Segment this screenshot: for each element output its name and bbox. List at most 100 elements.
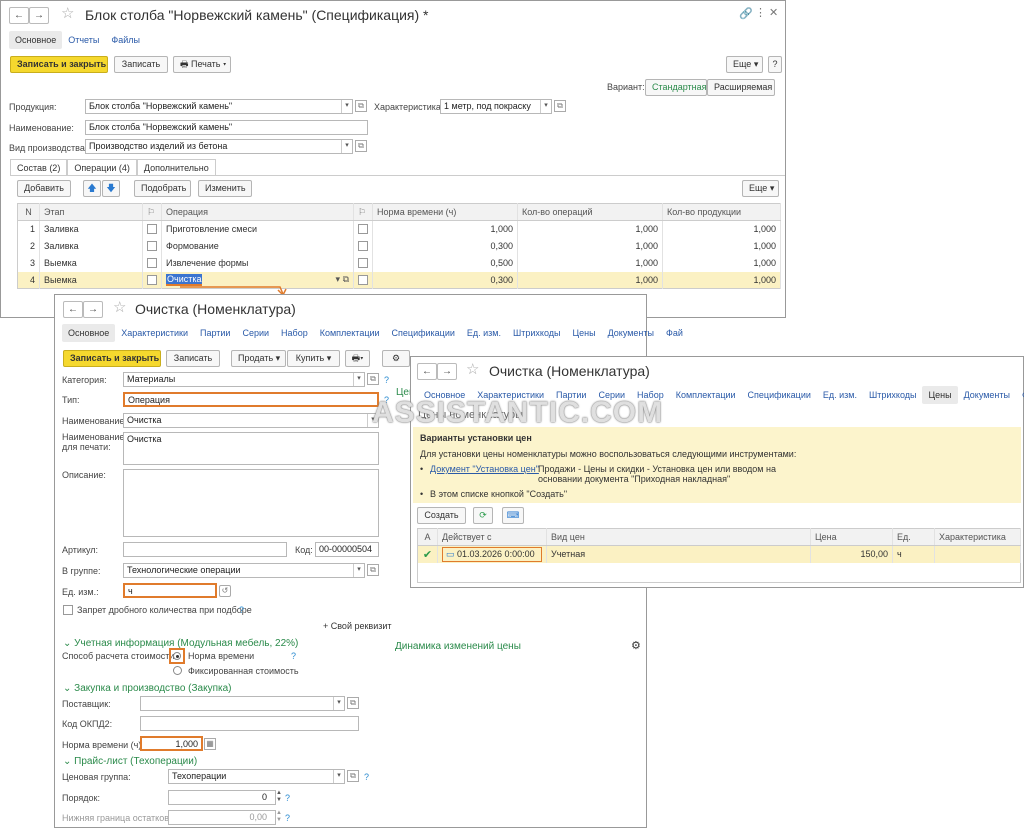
no-fraction-checkbox[interactable] <box>63 605 73 615</box>
help-icon[interactable]: ? <box>239 605 244 615</box>
print-name-label-2: для печати: <box>62 442 111 452</box>
article-field[interactable] <box>123 542 287 557</box>
tab-prices[interactable]: Цены <box>922 386 958 404</box>
accounting-group-title: Учетная информация (Модульная мебель, 22… <box>74 638 299 649</box>
open-icon[interactable]: ⧉ <box>347 770 359 782</box>
forward-button[interactable]: → <box>83 301 103 318</box>
open-icon[interactable]: ⧉ <box>347 697 359 709</box>
order-field[interactable]: 0 <box>168 790 276 805</box>
table-row[interactable]: ✔ ▭ 01.03.2026 0:00:00 Учетная 150,00 ч <box>417 545 1021 563</box>
tab-documents[interactable]: Документы <box>602 324 660 342</box>
unit-field[interactable]: ч <box>123 583 217 598</box>
form-tabs: Основное Характеристики Партии Серии Наб… <box>62 324 689 342</box>
price-dynamics-link[interactable]: Динамика изменений цены <box>395 641 521 652</box>
sell-label: Продать <box>238 353 274 363</box>
help-icon[interactable]: ? <box>384 375 389 385</box>
cost-fixed-label: Фиксированная стоимость <box>188 666 299 676</box>
purchase-group-header[interactable]: ⌄ Закупка и производство (Закупка) <box>63 683 232 694</box>
forward-button[interactable]: → <box>437 363 457 380</box>
cost-norm-radio[interactable] <box>169 648 185 664</box>
open-icon[interactable]: ⧉ <box>367 564 379 576</box>
window-title: Очистка (Номенклатура) <box>489 363 650 379</box>
tab-units[interactable]: Ед. изм. <box>817 386 863 404</box>
description-field[interactable] <box>123 469 379 537</box>
dropdown-icon[interactable]: ▾ <box>353 373 364 386</box>
document-icon: ▭ <box>446 548 458 559</box>
doc-desc-1: Продажи - Цены и скидки - Установка цен … <box>538 464 776 474</box>
tab-kits[interactable]: Комплектации <box>670 386 742 404</box>
favorite-star-icon[interactable]: ☆ <box>113 298 126 316</box>
settings-icon[interactable]: ⚙ <box>382 350 410 367</box>
save-close-button[interactable]: Записать и закрыть <box>63 350 161 367</box>
spinner-icon[interactable]: ▲ ▼ <box>276 790 282 804</box>
cell-characteristic <box>934 545 1021 563</box>
info-text: Для установки цены номенклатуры можно во… <box>420 449 797 459</box>
create-button[interactable]: Создать <box>417 507 466 524</box>
tab-series[interactable]: Серии <box>236 324 275 342</box>
tab-specifications[interactable]: Спецификации <box>742 386 817 404</box>
name-field[interactable]: Очистка ▾ <box>123 413 379 428</box>
tab-kits[interactable]: Комплектации <box>314 324 386 342</box>
favorite-star-icon[interactable]: ☆ <box>466 360 479 378</box>
group-field[interactable]: Технологические операции ▾ <box>123 563 365 578</box>
tab-files[interactable]: Фай <box>660 324 689 342</box>
print-icon[interactable]: 🖶▾ <box>345 350 370 367</box>
watermark: ASSISTANTIC.COM <box>372 396 664 429</box>
col-unit: Ед. <box>892 528 935 546</box>
cost-fixed-radio[interactable] <box>173 666 182 675</box>
tab-documents[interactable]: Документы <box>958 386 1016 404</box>
help-icon[interactable]: ? <box>285 813 290 823</box>
okpd-field[interactable] <box>140 716 359 731</box>
tab-set[interactable]: Набор <box>275 324 314 342</box>
doc-desc-2: основании документа "Приходная накладная… <box>538 474 731 484</box>
cost-method-label: Способ расчета стоимости: <box>62 651 177 661</box>
supplier-label: Поставщик: <box>62 699 111 709</box>
code-label: Код: <box>295 545 313 555</box>
dropdown-icon[interactable]: ▾ <box>353 564 364 577</box>
tab-files[interactable]: Файлы <box>1016 386 1024 404</box>
category-field[interactable]: Материалы ▾ <box>123 372 365 387</box>
tab-main[interactable]: Основное <box>62 324 116 342</box>
own-prop-link[interactable]: + Свой реквизит <box>323 621 392 631</box>
back-button[interactable]: ← <box>417 363 437 380</box>
price-group-field[interactable]: Техоперации ▾ <box>168 769 345 784</box>
tab-characteristics[interactable]: Характеристики <box>115 324 194 342</box>
group-label: В группе: <box>62 566 101 576</box>
buy-label: Купить <box>295 353 325 363</box>
min-stock-field[interactable]: 0,00 <box>168 810 276 825</box>
history-icon[interactable]: ↺ <box>219 585 231 597</box>
refresh-icon[interactable]: ⟳ <box>473 507 493 524</box>
calculator-icon[interactable]: ▦ <box>204 738 216 750</box>
type-field[interactable]: Операция <box>123 392 379 407</box>
tab-batches[interactable]: Партии <box>194 324 236 342</box>
open-icon[interactable]: ⧉ <box>367 373 379 385</box>
help-icon[interactable]: ? <box>291 651 296 661</box>
tab-units[interactable]: Ед. изм. <box>461 324 507 342</box>
dropdown-icon[interactable]: ▾ <box>333 770 344 783</box>
active-check-icon: ✔ <box>417 545 438 563</box>
nav-buttons: ← → <box>417 363 457 380</box>
tab-prices[interactable]: Цены <box>566 324 601 342</box>
keyboard-icon[interactable]: ⌨ <box>502 507 524 524</box>
help-icon[interactable]: ? <box>364 772 369 782</box>
spinner-icon[interactable]: ▲ ▼ <box>276 810 282 824</box>
help-icon[interactable]: ? <box>285 793 290 803</box>
print-name-field[interactable]: Очистка <box>123 432 379 465</box>
sell-button[interactable]: Продать ▾ <box>231 350 286 367</box>
category-label: Категория: <box>62 375 107 385</box>
min-stock-label: Нижняя граница остатков: <box>62 813 172 823</box>
buy-button[interactable]: Купить ▾ <box>287 350 340 367</box>
cell-date[interactable]: ▭ 01.03.2026 0:00:00 <box>437 545 547 563</box>
tab-specifications[interactable]: Спецификации <box>386 324 461 342</box>
norm-field[interactable]: 1,000 <box>140 736 203 751</box>
gear-icon[interactable]: ⚙ <box>631 639 641 652</box>
back-button[interactable]: ← <box>63 301 83 318</box>
save-button[interactable]: Записать <box>166 350 220 367</box>
supplier-field[interactable]: ▾ <box>140 696 345 711</box>
code-field[interactable]: 00-00000504 <box>315 542 379 557</box>
tab-barcodes[interactable]: Штрихкоды <box>863 386 922 404</box>
dropdown-icon[interactable]: ▾ <box>333 697 344 710</box>
tab-barcodes[interactable]: Штрихкоды <box>507 324 566 342</box>
price-doc-link[interactable]: Документ "Установка цен" <box>430 464 539 474</box>
price-list-group-header[interactable]: ⌄ Прайс-лист (Техоперации) <box>63 756 197 767</box>
